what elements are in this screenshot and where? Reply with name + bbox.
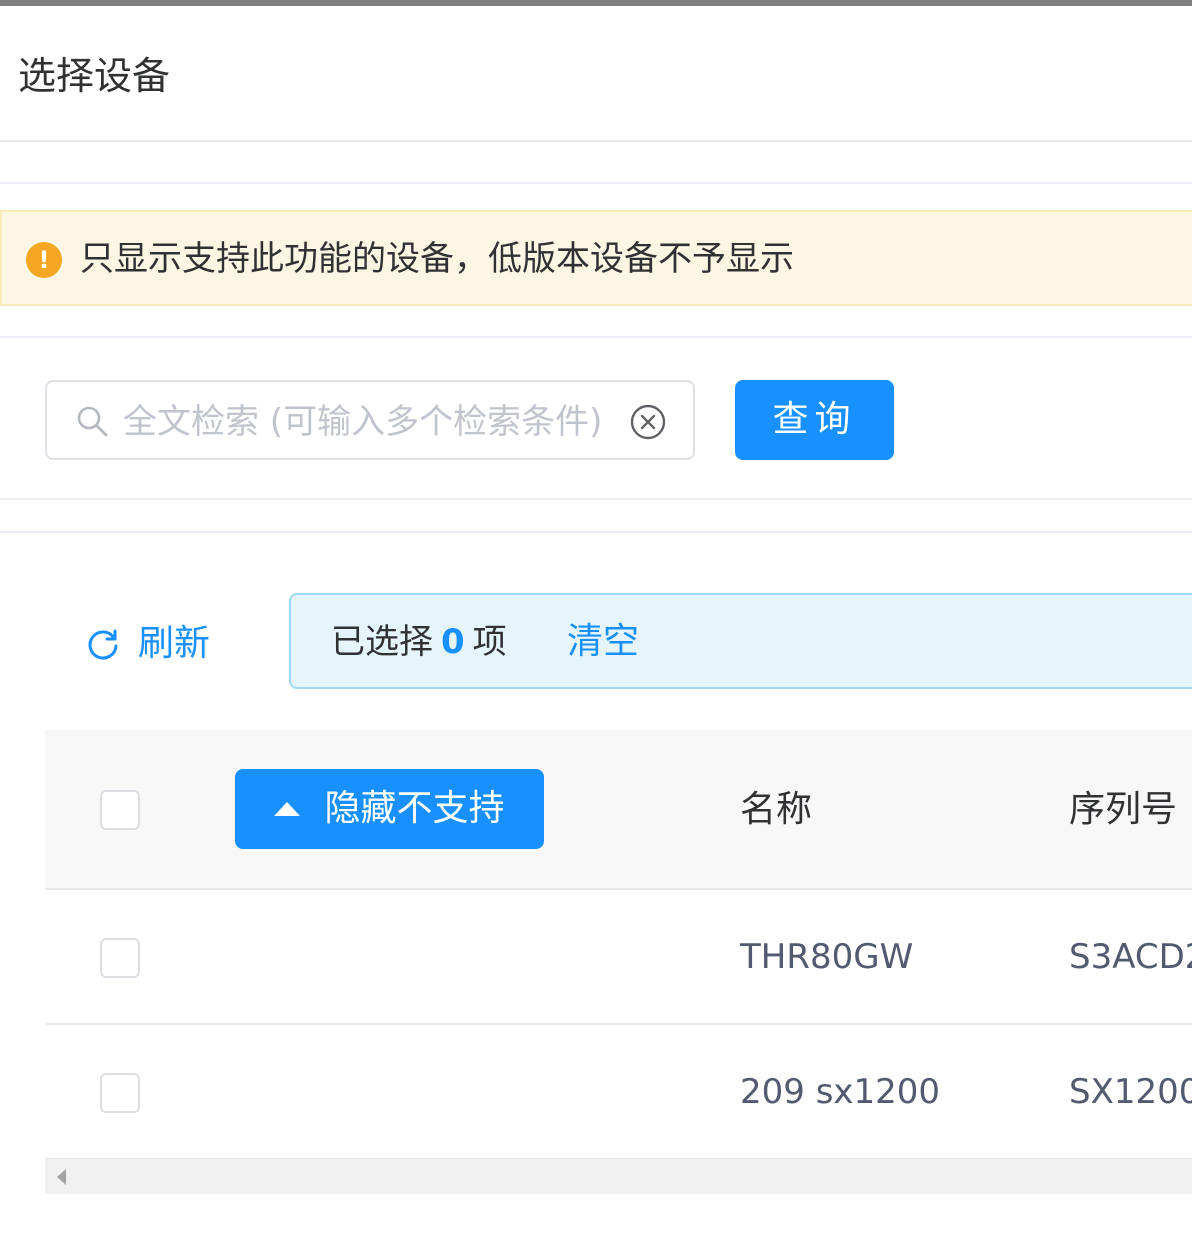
alert-text: 只显示支持此功能的设备，低版本设备不予显示 <box>80 239 794 279</box>
clear-input-icon[interactable] <box>629 403 667 441</box>
refresh-button[interactable]: 刷新 <box>86 620 210 668</box>
column-header-name[interactable]: 名称 <box>740 786 812 834</box>
search-bar: 全文检索 (可输入多个检索条件) 查询 <box>0 336 1192 500</box>
selection-prefix: 已选择 <box>331 622 433 662</box>
divider <box>0 531 1192 533</box>
warning-icon: ! <box>26 242 62 278</box>
cell-serial: S3ACD2 <box>1069 937 1192 977</box>
dialog-header: 选择设备 <box>0 6 1192 142</box>
refresh-icon <box>88 629 118 660</box>
search-icon <box>77 406 108 437</box>
selection-count: 0 <box>441 622 465 662</box>
column-header-serial[interactable]: 序列号 <box>1069 786 1177 834</box>
search-input[interactable]: 全文检索 (可输入多个检索条件) <box>45 380 695 460</box>
cell-serial: SX12008 <box>1069 1072 1192 1112</box>
caret-up-icon <box>274 802 301 816</box>
table-row[interactable]: THR80GW S3ACD2 <box>45 890 1192 1025</box>
query-button[interactable]: 查询 <box>735 380 894 460</box>
row-checkbox[interactable] <box>100 1073 140 1113</box>
selection-summary: 已选择 0 项 <box>331 619 507 665</box>
cell-name: 209 sx1200 <box>740 1072 941 1112</box>
hide-unsupported-button[interactable]: 隐藏不支持 <box>235 769 544 849</box>
hide-unsupported-label: 隐藏不支持 <box>324 788 505 829</box>
row-checkbox[interactable] <box>100 938 140 978</box>
dialog-title: 选择设备 <box>18 54 171 98</box>
horizontal-scrollbar[interactable] <box>45 1158 1192 1194</box>
selection-info-bar: 已选择 0 项 清空 <box>289 593 1192 689</box>
warning-alert: ! 只显示支持此功能的设备，低版本设备不予显示 <box>0 210 1192 306</box>
clear-selection-link[interactable]: 清空 <box>567 619 639 665</box>
refresh-label: 刷新 <box>138 623 211 664</box>
spacer-band <box>0 142 1192 184</box>
search-placeholder: 全文检索 (可输入多个检索条件) <box>123 402 603 442</box>
selection-suffix: 项 <box>472 622 507 662</box>
table-header: 隐藏不支持 名称 序列号 <box>45 730 1192 890</box>
scroll-left-icon[interactable] <box>57 1169 66 1185</box>
table-row[interactable]: 209 sx1200 SX12008 <box>45 1025 1192 1160</box>
select-all-checkbox[interactable] <box>100 790 140 830</box>
cell-name: THR80GW <box>740 937 914 977</box>
